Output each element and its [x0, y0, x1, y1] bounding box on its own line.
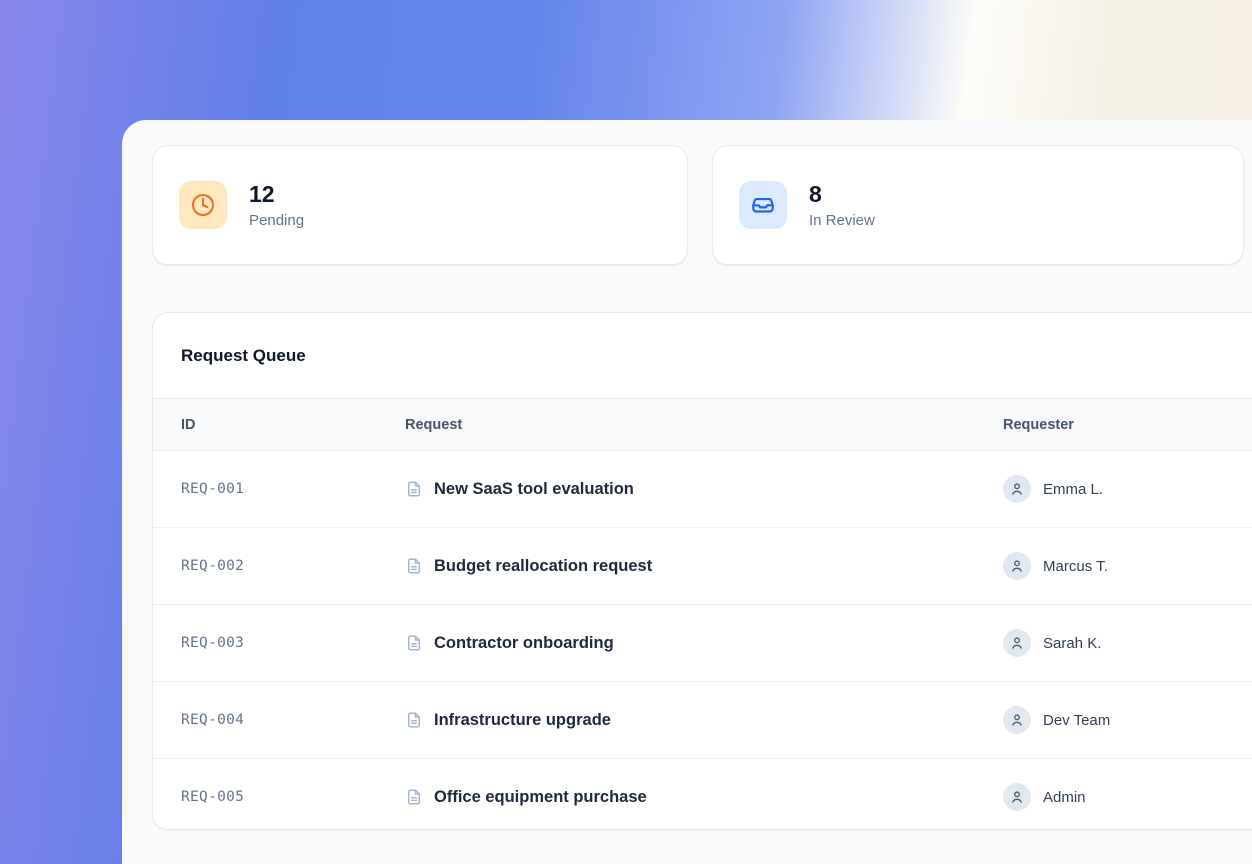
page-title: Request Queue — [181, 346, 306, 366]
column-header-requester: Requester — [1003, 417, 1252, 433]
document-icon — [405, 788, 423, 806]
request-id: REQ-004 — [181, 712, 405, 728]
requester-name: Admin — [1043, 789, 1086, 806]
table-row[interactable]: REQ-004 Infrastructure upgrade — [153, 682, 1252, 759]
request-id: REQ-002 — [181, 558, 405, 574]
request-title: Office equipment purchase — [434, 788, 647, 807]
stat-card-pending: 12 Pending — [152, 145, 688, 265]
requester-name: Emma L. — [1043, 481, 1103, 498]
table-body: REQ-001 New SaaS tool evaluation — [153, 451, 1252, 830]
document-icon — [405, 480, 423, 498]
in-review-count: 8 — [809, 181, 875, 207]
request-id: REQ-003 — [181, 635, 405, 651]
request-title: Contractor onboarding — [434, 634, 614, 653]
pending-count: 12 — [249, 181, 304, 207]
table-row[interactable]: REQ-005 Office equipment purchase — [153, 759, 1252, 830]
stat-card-in-review: 8 In Review — [712, 145, 1244, 265]
document-icon — [405, 634, 423, 652]
table-row[interactable]: REQ-001 New SaaS tool evaluation — [153, 451, 1252, 528]
avatar — [1003, 783, 1031, 811]
requester-name: Dev Team — [1043, 712, 1110, 729]
in-review-label: In Review — [809, 212, 875, 229]
request-title: Budget reallocation request — [434, 557, 652, 576]
request-title: Infrastructure upgrade — [434, 711, 611, 730]
table-header: ID Request Requester — [153, 399, 1252, 451]
column-header-id: ID — [181, 417, 405, 433]
requester-name: Sarah K. — [1043, 635, 1101, 652]
avatar — [1003, 706, 1031, 734]
avatar — [1003, 475, 1031, 503]
request-title: New SaaS tool evaluation — [434, 480, 634, 499]
document-icon — [405, 557, 423, 575]
request-id: REQ-001 — [181, 481, 405, 497]
table-row[interactable]: REQ-002 Budget reallocation reque — [153, 528, 1252, 605]
table-row[interactable]: REQ-003 Contractor onboarding — [153, 605, 1252, 682]
document-icon — [405, 711, 423, 729]
requester-name: Marcus T. — [1043, 558, 1108, 575]
stats-row: 12 Pending 8 In Review — [152, 145, 1244, 265]
avatar — [1003, 629, 1031, 657]
main-panel: 12 Pending 8 In Review Reque — [122, 120, 1252, 864]
column-header-request: Request — [405, 417, 1003, 433]
inbox-icon — [739, 181, 787, 229]
clock-icon — [179, 181, 227, 229]
request-id: REQ-005 — [181, 789, 405, 805]
request-queue-card: Request Queue ID Request Requester REQ-0… — [152, 312, 1252, 830]
app-background: 12 Pending 8 In Review Reque — [0, 0, 1252, 864]
avatar — [1003, 552, 1031, 580]
pending-label: Pending — [249, 212, 304, 229]
